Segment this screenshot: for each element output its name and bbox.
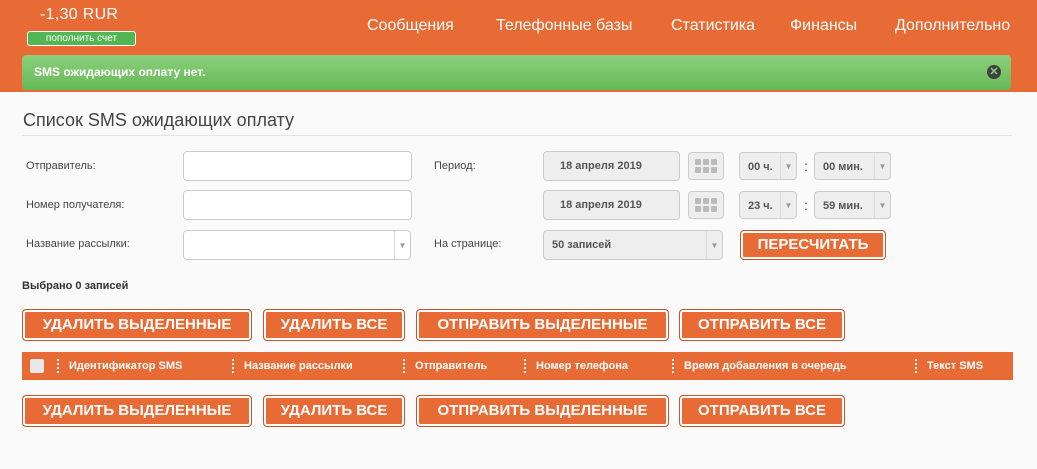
column-phone[interactable]: Номер телефона (536, 360, 628, 372)
hour-to-select[interactable]: 23 ч. ▼ (739, 191, 797, 219)
recalculate-button[interactable]: ПЕРЕСЧИТАТЬ (740, 230, 886, 260)
header-bar: -1,30 RUR пополнить счет Сообщения Телеф… (0, 0, 1037, 92)
send-all-button[interactable]: ОТПРАВИТЬ ВСЕ (679, 395, 845, 427)
date-from-input[interactable]: 18 апреля 2019 (543, 151, 680, 181)
per-page-label: На странице: (434, 238, 502, 250)
delete-selected-button[interactable]: УДАЛИТЬ ВЫДЕЛЕННЫЕ (22, 309, 252, 341)
minute-from-select[interactable]: 00 мин. ▼ (814, 152, 891, 180)
nav-item-statistics[interactable]: Статистика (671, 16, 755, 36)
chevron-down-icon: ▼ (706, 231, 722, 259)
minute-to-select[interactable]: 59 мин. ▼ (814, 191, 891, 219)
column-separator (672, 359, 674, 373)
chevron-down-icon: ▼ (780, 153, 796, 179)
hour-from-select[interactable]: 00 ч. ▼ (739, 152, 797, 180)
per-page-select[interactable]: 50 записей ▼ (543, 230, 723, 260)
hour-from-value: 00 ч. (748, 161, 773, 173)
nav-item-finances[interactable]: Финансы (790, 16, 857, 36)
chevron-down-icon: ▼ (874, 192, 890, 218)
send-selected-button[interactable]: ОТПРАВИТЬ ВЫДЕЛЕННЫЕ (416, 309, 669, 341)
column-separator (524, 359, 526, 373)
per-page-value: 50 записей (552, 239, 612, 251)
title-divider (22, 135, 1012, 136)
chevron-down-icon: ▼ (780, 192, 796, 218)
send-selected-button[interactable]: ОТПРАВИТЬ ВЫДЕЛЕННЫЕ (416, 395, 669, 427)
table-header: Идентификатор SMS Название рассылки Отпр… (22, 352, 1013, 380)
calendar-from-icon[interactable] (688, 152, 724, 180)
minute-from-value: 00 мин. (823, 161, 863, 173)
nav-item-messages[interactable]: Сообщения (367, 16, 454, 36)
delete-all-button[interactable]: УДАЛИТЬ ВСЕ (263, 309, 405, 341)
nav-item-more[interactable]: Дополнительно (895, 16, 1010, 36)
column-separator (403, 359, 405, 373)
minute-to-value: 59 мин. (823, 200, 863, 212)
column-mailing-name[interactable]: Название рассылки (244, 360, 353, 372)
selected-count: Выбрано 0 записей (22, 280, 129, 292)
info-alert: SMS ожидающих оплату нет. ✕ (22, 55, 1011, 90)
time-colon: : (804, 158, 808, 174)
column-sms-id[interactable]: Идентификатор SMS (69, 360, 182, 372)
delete-all-button[interactable]: УДАЛИТЬ ВСЕ (263, 395, 405, 427)
column-sms-text[interactable]: Текст SMS (927, 360, 983, 372)
balance-amount: -1,30 RUR (40, 6, 119, 23)
recipient-input[interactable] (183, 190, 412, 220)
main-content: Список SMS ожидающих оплату Отправитель:… (0, 92, 1037, 469)
top-up-button[interactable]: пополнить счет (27, 31, 136, 46)
nav-item-phone-bases[interactable]: Телефонные базы (496, 16, 632, 36)
date-to-value: 18 апреля 2019 (560, 199, 642, 211)
column-queued-time[interactable]: Время добавления в очередь (684, 360, 847, 372)
close-icon[interactable]: ✕ (987, 65, 1001, 79)
hour-to-value: 23 ч. (748, 200, 773, 212)
alert-message: SMS ожидающих оплату нет. (34, 65, 206, 79)
date-from-value: 18 апреля 2019 (560, 160, 642, 172)
column-sender[interactable]: Отправитель (415, 360, 487, 372)
time-colon: : (804, 197, 808, 213)
mailing-label: Название рассылки: (26, 238, 130, 250)
delete-selected-button[interactable]: УДАЛИТЬ ВЫДЕЛЕННЫЕ (22, 395, 252, 427)
sender-label: Отправитель: (26, 160, 96, 172)
mailing-select[interactable]: ▼ (183, 230, 411, 260)
recipient-label: Номер получателя: (26, 199, 125, 211)
column-separator (232, 359, 234, 373)
page-title: Список SMS ожидающих оплату (23, 110, 295, 130)
select-all-checkbox[interactable] (30, 359, 44, 373)
calendar-to-icon[interactable] (688, 191, 724, 219)
chevron-down-icon: ▼ (394, 231, 410, 259)
column-separator (57, 359, 59, 373)
column-separator (915, 359, 917, 373)
date-to-input[interactable]: 18 апреля 2019 (543, 190, 680, 220)
chevron-down-icon: ▼ (874, 153, 890, 179)
period-label: Период: (434, 160, 476, 172)
sender-input[interactable] (183, 151, 412, 181)
send-all-button[interactable]: ОТПРАВИТЬ ВСЕ (679, 309, 845, 341)
